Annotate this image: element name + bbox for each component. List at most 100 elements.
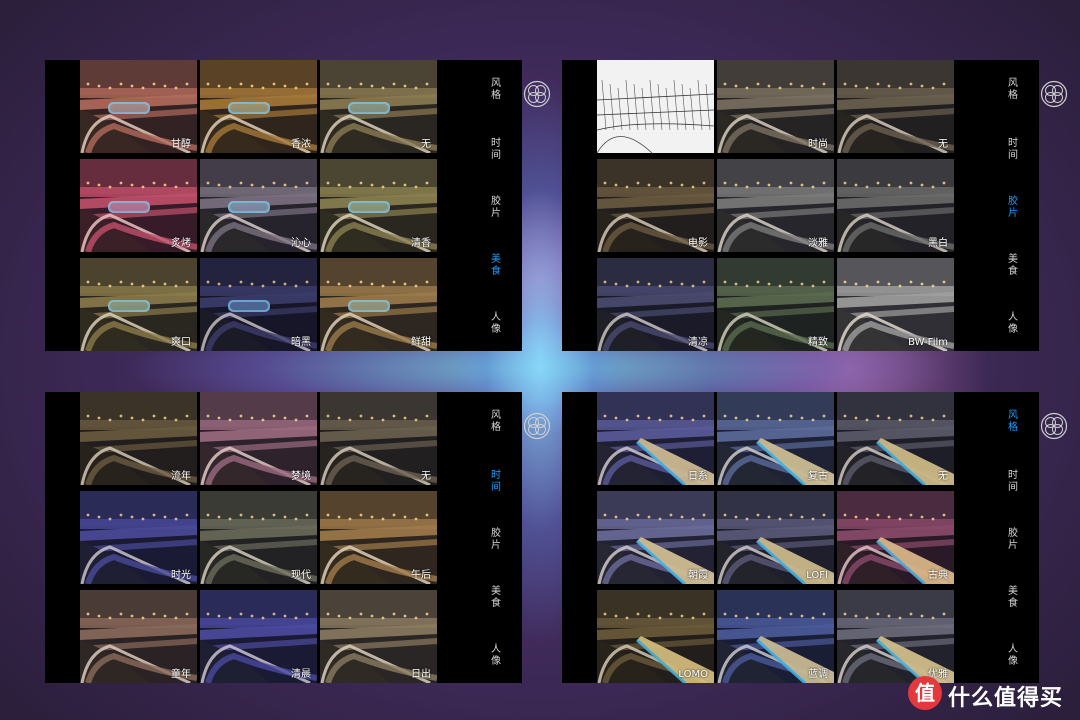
filter-label: 无 bbox=[421, 471, 431, 482]
category-tab[interactable]: 胶片 bbox=[1006, 196, 1020, 220]
filter-style-icon[interactable] bbox=[523, 80, 551, 108]
category-tab[interactable]: 胶片 bbox=[1006, 528, 1020, 552]
category-tab[interactable]: 美食 bbox=[489, 586, 503, 610]
tab-glyph: 片 bbox=[1008, 208, 1018, 219]
filter-thumbnail[interactable]: BW-Film bbox=[837, 258, 954, 351]
category-tab[interactable]: 时间 bbox=[489, 470, 503, 494]
category-tab[interactable]: 风格 bbox=[1006, 78, 1020, 102]
filter-thumbnail[interactable]: 清香 bbox=[320, 159, 437, 252]
filter-style-icon[interactable] bbox=[1040, 412, 1068, 440]
filter-thumbnail[interactable]: 清晨 bbox=[200, 590, 317, 683]
tab-glyph: 格 bbox=[1008, 422, 1018, 433]
scene-thumbnail bbox=[837, 60, 954, 153]
filter-style-icon[interactable] bbox=[523, 412, 551, 440]
filter-label: 甘醇 bbox=[171, 139, 191, 150]
tab-glyph: 像 bbox=[1008, 656, 1018, 667]
filter-thumbnail[interactable] bbox=[597, 60, 714, 153]
filter-thumbnail[interactable]: 清凉 bbox=[597, 258, 714, 351]
tab-glyph: 胶 bbox=[491, 528, 501, 539]
filter-thumbnail[interactable]: 时光 bbox=[80, 491, 197, 584]
filter-label: 黑白 bbox=[928, 238, 948, 249]
filter-thumbnail[interactable]: 电影 bbox=[597, 159, 714, 252]
filter-thumbnail[interactable]: 暗黑 bbox=[200, 258, 317, 351]
filter-grid: 日系 复古 无朝霞 LOFI 古典 LOMO 蓝调 优雅 bbox=[597, 392, 999, 683]
scene-thumbnail bbox=[597, 60, 714, 153]
tab-glyph: 美 bbox=[491, 254, 501, 265]
filter-thumbnail[interactable]: 现代 bbox=[200, 491, 317, 584]
filter-thumbnail[interactable]: 无 bbox=[837, 392, 954, 485]
smzdm-logo-icon: 值 bbox=[908, 676, 942, 710]
filter-thumbnail[interactable]: 炙烤 bbox=[80, 159, 197, 252]
filter-thumbnail[interactable]: 黑白 bbox=[837, 159, 954, 252]
category-tab[interactable]: 时间 bbox=[1006, 470, 1020, 494]
category-tab[interactable]: 胶片 bbox=[489, 528, 503, 552]
category-tab[interactable]: 美食 bbox=[1006, 586, 1020, 610]
category-tab[interactable]: 胶片 bbox=[489, 196, 503, 220]
category-tab[interactable]: 美食 bbox=[489, 254, 503, 278]
category-tab[interactable]: 风格 bbox=[489, 78, 503, 102]
category-tab[interactable]: 人像 bbox=[489, 312, 503, 336]
filter-label: 童年 bbox=[171, 669, 191, 680]
tab-glyph: 风 bbox=[491, 78, 501, 89]
filter-thumbnail[interactable]: 鲜甜 bbox=[320, 258, 437, 351]
filter-thumbnail[interactable]: 梦境 bbox=[200, 392, 317, 485]
filter-thumbnail[interactable]: 午后 bbox=[320, 491, 437, 584]
scene-thumbnail bbox=[837, 392, 954, 485]
filter-style-icon[interactable] bbox=[1040, 80, 1068, 108]
filter-thumbnail[interactable]: 无 bbox=[837, 60, 954, 153]
filter-grid: 时尚 无电影 淡雅 黑白清凉 精致 BW-Film bbox=[597, 60, 999, 351]
filter-label: 清凉 bbox=[688, 337, 708, 348]
filter-thumbnail[interactable]: LOFI bbox=[717, 491, 834, 584]
tab-glyph: 人 bbox=[1008, 644, 1018, 655]
filter-thumbnail[interactable]: 精致 bbox=[717, 258, 834, 351]
filter-thumbnail[interactable]: 沁心 bbox=[200, 159, 317, 252]
filter-thumbnail[interactable]: 爽口 bbox=[80, 258, 197, 351]
tab-glyph: 格 bbox=[1008, 90, 1018, 101]
category-tabs: 风格时间胶片美食人像 bbox=[482, 392, 522, 683]
filter-label: 时尚 bbox=[808, 139, 828, 150]
filter-thumbnail[interactable]: 时尚 bbox=[717, 60, 834, 153]
watermark: 值 什么值得买 bbox=[908, 676, 1078, 712]
filter-thumbnail[interactable]: 优雅 bbox=[837, 590, 954, 683]
category-tab[interactable]: 人像 bbox=[1006, 644, 1020, 668]
category-tab[interactable]: 时间 bbox=[1006, 138, 1020, 162]
tab-glyph: 食 bbox=[491, 266, 501, 277]
filter-thumbnail[interactable]: 朝霞 bbox=[597, 491, 714, 584]
tab-glyph: 间 bbox=[491, 482, 501, 493]
filter-thumbnail[interactable]: 甘醇 bbox=[80, 60, 197, 153]
filter-label: 流年 bbox=[171, 471, 191, 482]
filter-thumbnail[interactable]: 复古 bbox=[717, 392, 834, 485]
filter-thumbnail[interactable]: 古典 bbox=[837, 491, 954, 584]
filter-thumbnail[interactable]: 无 bbox=[320, 60, 437, 153]
filter-label: 炙烤 bbox=[171, 238, 191, 249]
filter-label: 日系 bbox=[688, 471, 708, 482]
filter-label: 鲜甜 bbox=[411, 337, 431, 348]
filter-thumbnail[interactable]: 蓝调 bbox=[717, 590, 834, 683]
filter-label: 古典 bbox=[928, 570, 948, 581]
category-tab[interactable]: 人像 bbox=[1006, 312, 1020, 336]
category-tab[interactable]: 风格 bbox=[489, 410, 503, 434]
filter-thumbnail[interactable]: 香浓 bbox=[200, 60, 317, 153]
tab-glyph: 食 bbox=[1008, 266, 1018, 277]
filter-label: BW-Film bbox=[908, 337, 948, 348]
category-tab[interactable]: 风格 bbox=[1006, 410, 1020, 434]
category-tab[interactable]: 时间 bbox=[489, 138, 503, 162]
filter-grid: 流年 梦境 无时光 现代 午后童年 清晨 日出 bbox=[80, 392, 482, 683]
category-tab[interactable]: 美食 bbox=[1006, 254, 1020, 278]
filter-thumbnail[interactable]: 童年 bbox=[80, 590, 197, 683]
tab-glyph: 格 bbox=[491, 90, 501, 101]
filter-label: 现代 bbox=[291, 570, 311, 581]
category-tabs: 风格时间胶片美食人像 bbox=[482, 60, 522, 351]
tab-glyph: 美 bbox=[491, 586, 501, 597]
scene-thumbnail bbox=[320, 60, 437, 153]
filter-thumbnail[interactable]: 日系 bbox=[597, 392, 714, 485]
filter-thumbnail[interactable]: 日出 bbox=[320, 590, 437, 683]
filter-thumbnail[interactable]: 流年 bbox=[80, 392, 197, 485]
filter-label: 淡雅 bbox=[808, 238, 828, 249]
filter-thumbnail[interactable]: LOMO bbox=[597, 590, 714, 683]
category-tab[interactable]: 人像 bbox=[489, 644, 503, 668]
filter-thumbnail[interactable]: 无 bbox=[320, 392, 437, 485]
tab-glyph: 胶 bbox=[1008, 528, 1018, 539]
tab-glyph: 片 bbox=[1008, 540, 1018, 551]
filter-thumbnail[interactable]: 淡雅 bbox=[717, 159, 834, 252]
